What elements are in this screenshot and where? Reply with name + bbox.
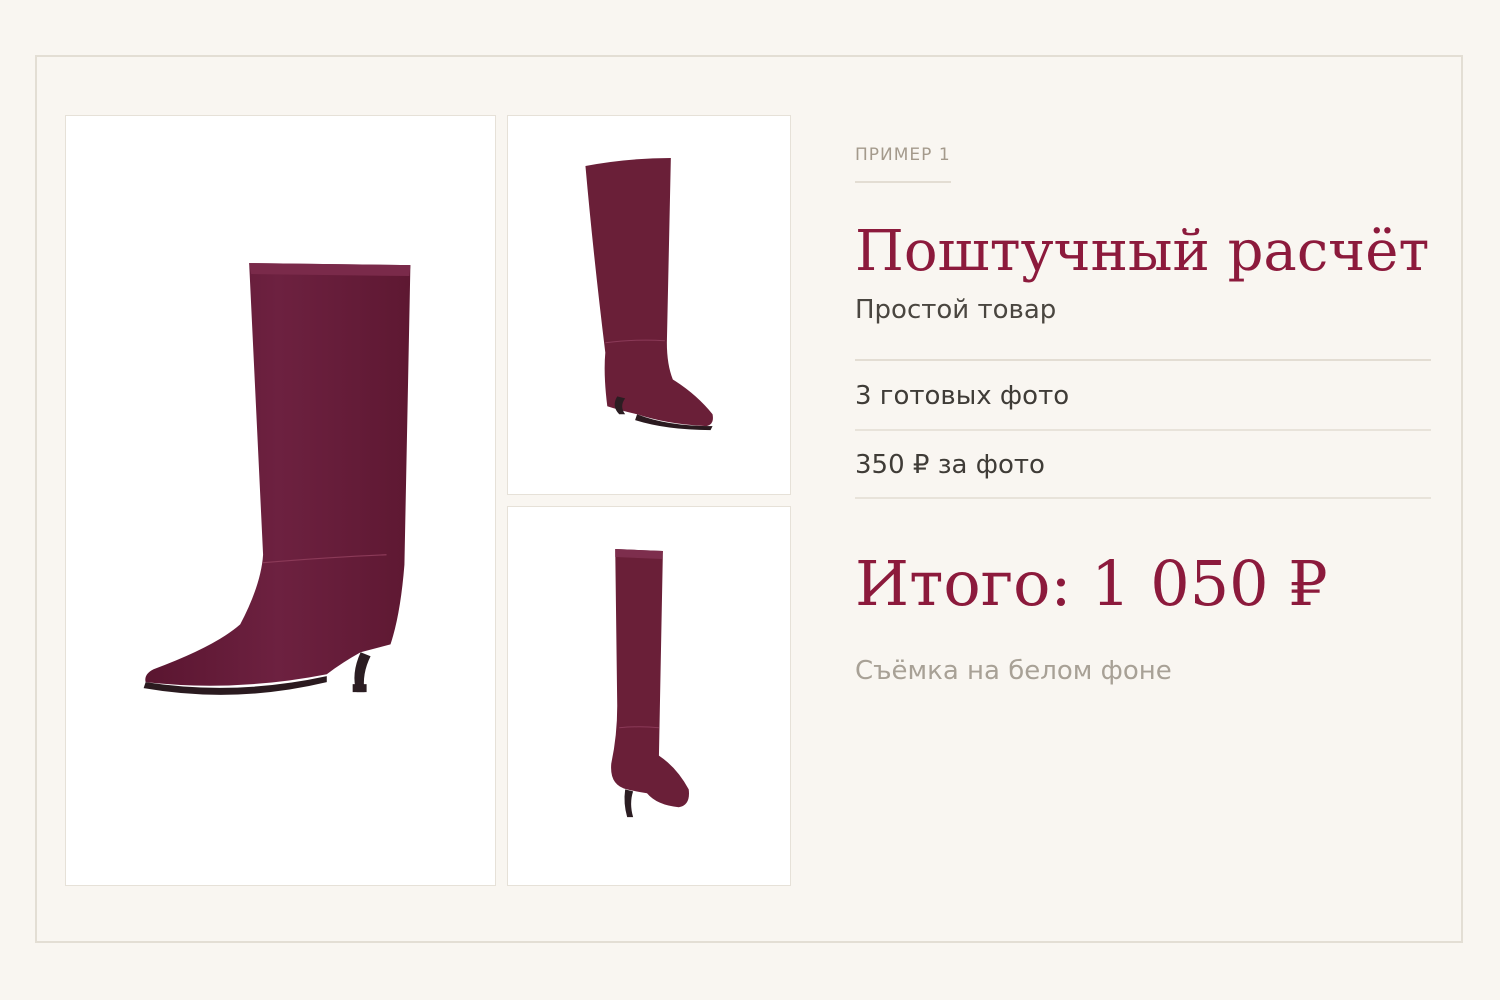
shooting-note: Съёмка на белом фоне (855, 655, 1172, 686)
photo-count-row: 3 готовых фото (855, 379, 1431, 431)
boot-back-view-image (611, 549, 690, 818)
boot-front-view-image (585, 158, 713, 431)
front-three-quarter-photo[interactable] (507, 115, 791, 495)
divider (855, 358, 1431, 361)
main-product-photo[interactable] (65, 115, 496, 886)
boot-side-view-image (143, 263, 411, 695)
example-label: ПРИМЕР 1 (855, 145, 951, 183)
pricing-details: ПРИМЕР 1 Поштучный расчёт Простой товар … (855, 140, 1431, 686)
back-view-photo[interactable] (507, 506, 791, 886)
price-per-photo-row: 350 ₽ за фото (855, 431, 1431, 499)
total-price: Итого: 1 050 ₽ (855, 546, 1328, 620)
product-type: Простой товар (855, 294, 1057, 325)
page-title: Поштучный расчёт (855, 219, 1430, 284)
